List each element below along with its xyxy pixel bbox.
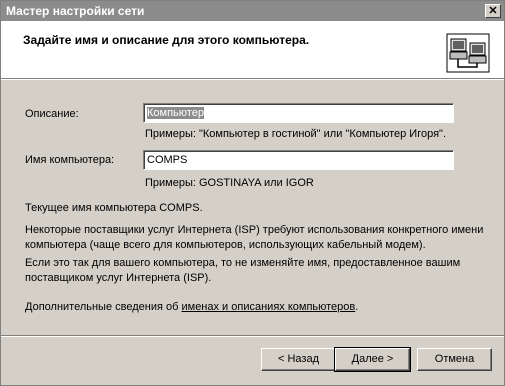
- description-label: Описание:: [25, 108, 79, 120]
- wizard-header: Задайте имя и описание для этого компьют…: [1, 21, 504, 78]
- back-button[interactable]: < Назад: [261, 348, 336, 371]
- network-setup-wizard-window: Мастер настройки сети ✕ Задайте имя и оп…: [0, 0, 505, 386]
- isp-note-text: Некоторые поставщики услуг Интернета (IS…: [25, 224, 484, 251]
- computer-name-input[interactable]: COMPS: [143, 150, 454, 170]
- computer-name-hint: Примеры: GOSTINAYA или IGOR: [145, 177, 314, 189]
- cancel-button[interactable]: Отмена: [417, 348, 492, 371]
- window-title: Мастер настройки сети: [6, 4, 145, 18]
- more-info-text: Дополнительные сведения об именах и опис…: [25, 300, 485, 315]
- description-value: Компьютер: [147, 107, 204, 119]
- next-button[interactable]: Далее >: [334, 347, 411, 372]
- page-heading: Задайте имя и описание для этого компьют…: [23, 33, 310, 47]
- computer-name-label: Имя компьютера:: [25, 154, 115, 166]
- isp-advice-text: Если это так для вашего компьютера, то н…: [25, 257, 461, 284]
- description-input[interactable]: Компьютер: [143, 103, 454, 123]
- description-hint: Примеры: "Компьютер в гостиной" или "Ком…: [145, 128, 447, 140]
- footer-divider: [1, 335, 504, 337]
- more-info-prefix: Дополнительные сведения об: [25, 301, 182, 313]
- title-bar: Мастер настройки сети ✕: [1, 1, 504, 21]
- network-computers-icon: [446, 33, 490, 73]
- more-info-suffix: .: [355, 301, 359, 313]
- close-button[interactable]: ✕: [485, 4, 501, 18]
- computer-names-link[interactable]: именах и описаниях компьютеров: [181, 301, 355, 313]
- header-divider: [1, 78, 504, 80]
- current-name-text: Текущее имя компьютера COMPS.: [25, 202, 203, 214]
